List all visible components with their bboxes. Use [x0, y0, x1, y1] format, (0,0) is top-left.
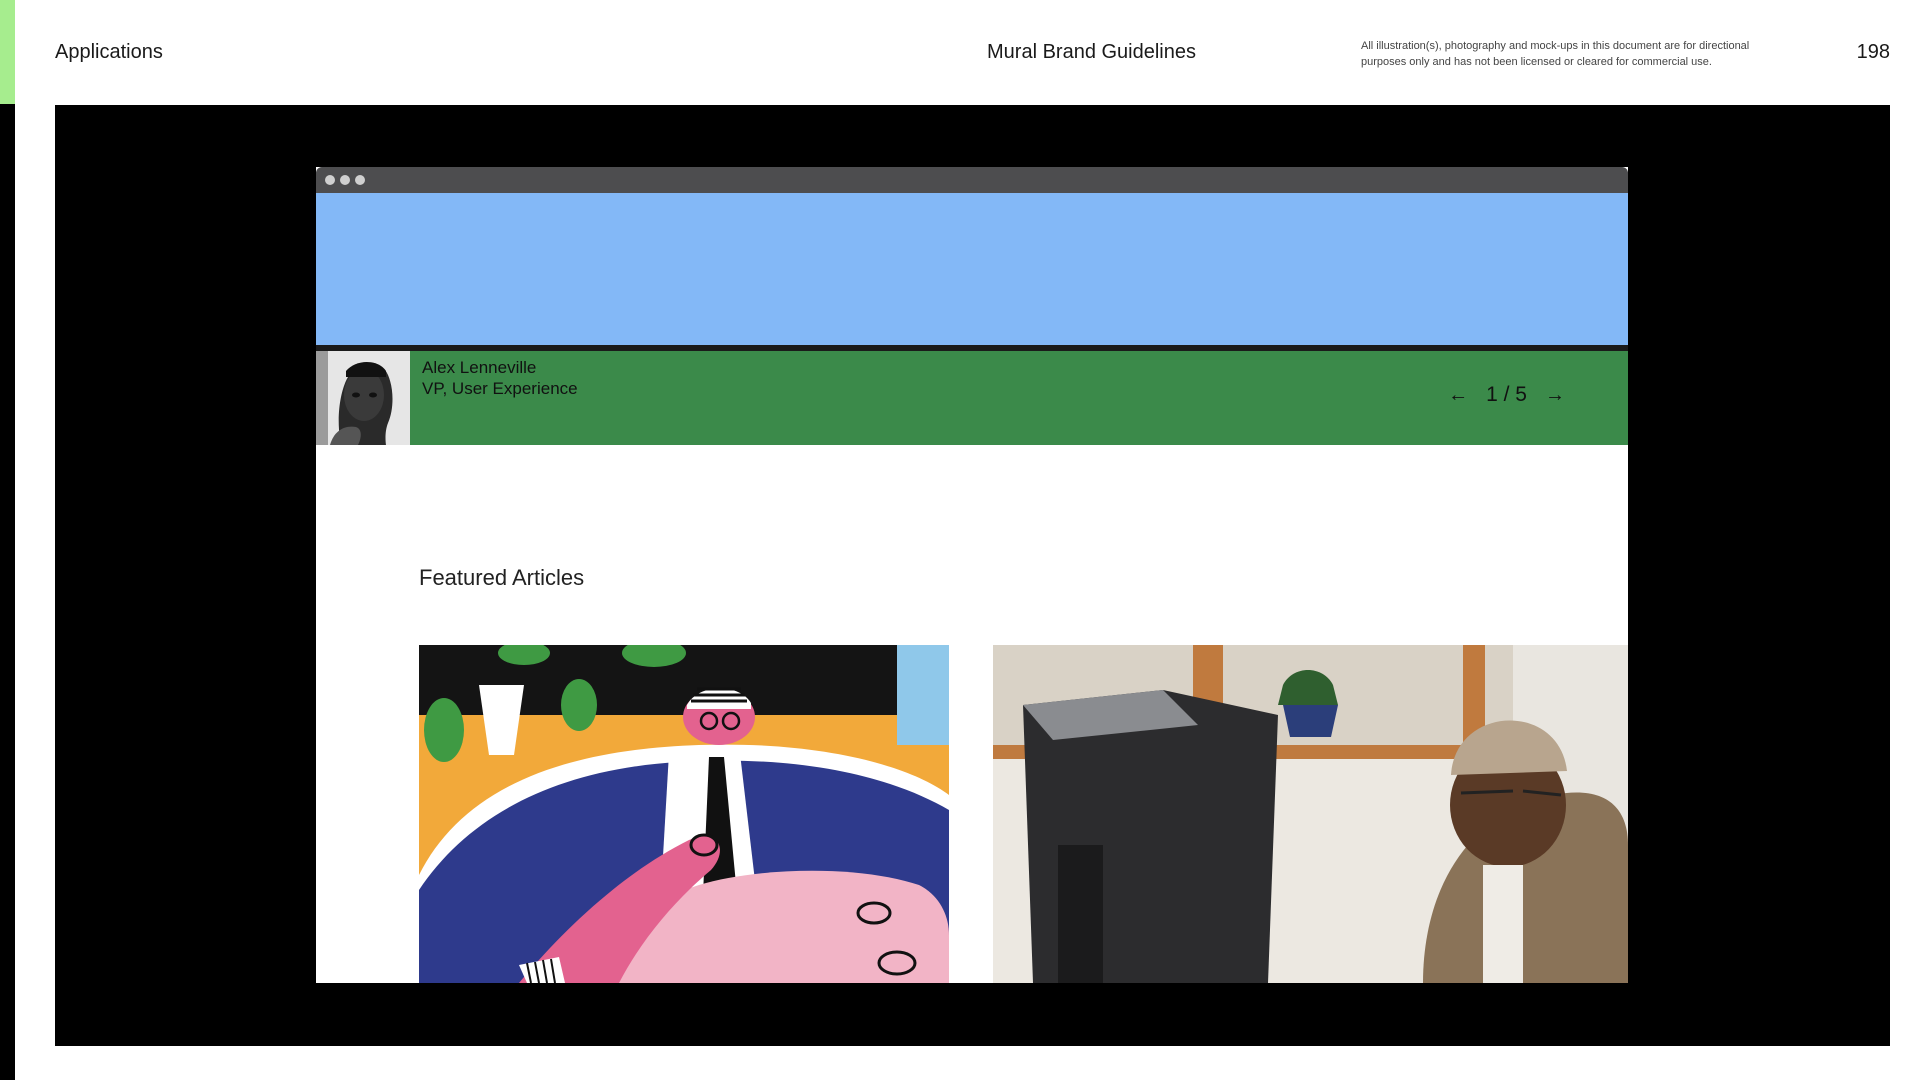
window-dot-maximize	[355, 175, 365, 185]
article-card-illustration[interactable]	[419, 645, 949, 983]
pager-label: 1 / 5	[1486, 383, 1527, 406]
window-dot-close	[325, 175, 335, 185]
disclaimer-text: All illustration(s), photography and moc…	[1361, 40, 1750, 68]
profile-role: VP, User Experience	[422, 379, 578, 398]
page-number: 198	[1856, 41, 1890, 63]
browser-chrome	[316, 167, 1628, 193]
accent-bar	[0, 0, 15, 104]
browser-mockup: Alex Lenneville VP, User Experience ← 1 …	[316, 167, 1628, 983]
article-card-photo[interactable]	[993, 645, 1628, 983]
page-edge-bar	[0, 104, 15, 1080]
window-dot-minimize	[340, 175, 350, 185]
mockup-stage: Alex Lenneville VP, User Experience ← 1 …	[55, 105, 1890, 1046]
hero-banner	[316, 193, 1628, 345]
arrow-right-icon[interactable]: →	[1545, 384, 1565, 407]
section-label: Applications	[55, 41, 163, 63]
slide-pager: ← 1 / 5 →	[1448, 383, 1565, 407]
profile-band: Alex Lenneville VP, User Experience ← 1 …	[316, 351, 1628, 445]
featured-articles-heading: Featured Articles	[419, 565, 585, 590]
document-title: Mural Brand Guidelines	[987, 41, 1196, 63]
profile-portrait	[316, 351, 410, 445]
profile-name: Alex Lenneville	[422, 358, 537, 377]
arrow-left-icon[interactable]: ←	[1448, 384, 1468, 407]
